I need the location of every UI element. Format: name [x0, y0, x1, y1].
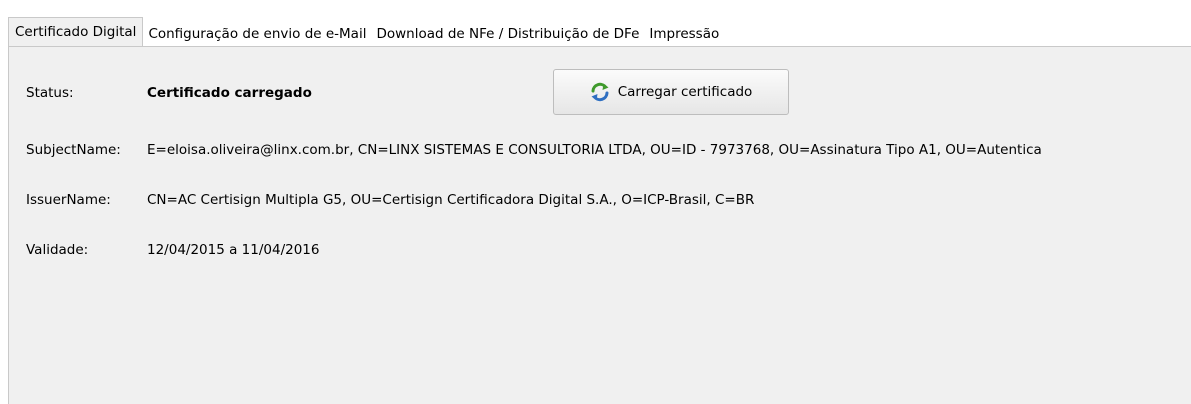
window: Certificado Digital Configuração de envi… [0, 0, 1191, 404]
refresh-icon [590, 82, 610, 102]
issuer-name-label: IssuerName: [26, 192, 111, 208]
tab-certificado-digital[interactable]: Certificado Digital [8, 17, 144, 46]
status-value: Certificado carregado [147, 85, 312, 101]
tab-configuracao-email[interactable]: Configuração de envio de e-Mail [143, 22, 371, 46]
tab-impressao[interactable]: Impressão [644, 22, 724, 46]
status-label: Status: [26, 85, 74, 101]
subject-name-value: E=eloisa.oliveira@linx.com.br, CN=LINX S… [147, 142, 1042, 158]
validity-value: 12/04/2015 a 11/04/2016 [147, 242, 320, 258]
subject-name-label: SubjectName: [26, 142, 121, 158]
validity-label: Validade: [26, 242, 89, 258]
tab-download-nfe[interactable]: Download de NFe / Distribuição de DFe [371, 22, 644, 46]
certificate-panel: Status: Certificado carregado Carregar c… [8, 46, 1191, 404]
load-certificate-button-label: Carregar certificado [617, 84, 753, 100]
issuer-name-value: CN=AC Certisign Multipla G5, OU=Certisig… [147, 192, 755, 208]
tab-bar: Certificado Digital Configuração de envi… [8, 17, 1191, 46]
load-certificate-button[interactable]: Carregar certificado [553, 69, 789, 115]
